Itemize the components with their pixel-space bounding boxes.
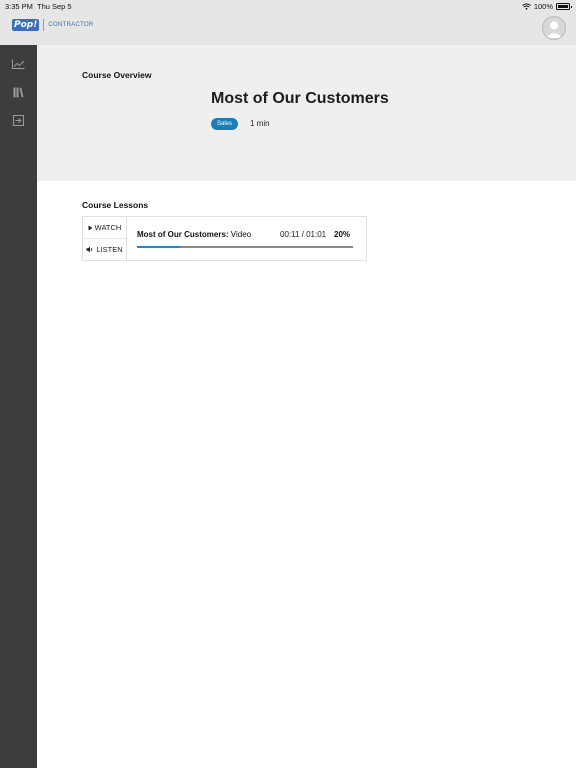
- lesson-row[interactable]: WATCH LISTEN Most of Our Customers: Vide…: [82, 216, 367, 261]
- course-title: Most of Our Customers: [211, 90, 389, 107]
- app-header: 3:35 PM Thu Sep 5 100% Pop! CONTRACTOR: [0, 0, 576, 45]
- watch-label: WATCH: [94, 223, 122, 232]
- status-date: Thu Sep 5: [37, 2, 72, 11]
- status-indicators: 100%: [521, 2, 572, 11]
- course-overview: Course Overview Most of Our Customers Sa…: [37, 45, 576, 181]
- category-tag[interactable]: Sales: [211, 118, 239, 130]
- lesson-modes: WATCH LISTEN: [83, 217, 127, 260]
- lesson-progress-percent: 20%: [334, 230, 351, 239]
- battery-icon: [556, 3, 572, 10]
- logo-pop: Pop!: [12, 19, 40, 31]
- sidebar-item-signout[interactable]: [11, 113, 25, 127]
- play-icon: [88, 225, 93, 230]
- watch-button[interactable]: WATCH: [83, 217, 126, 239]
- lesson-title-bold: Most of Our Customers:: [137, 230, 229, 239]
- section-label-overview: Course Overview: [82, 70, 152, 80]
- lesson-progress-bar[interactable]: [137, 246, 353, 248]
- lesson-title[interactable]: Most of Our Customers: Video: [137, 230, 251, 239]
- logo-contractor: CONTRACTOR: [48, 22, 93, 28]
- listen-button[interactable]: LISTEN: [83, 239, 126, 260]
- sign-out-icon: [12, 114, 24, 126]
- status-time: 3:35 PM: [5, 2, 33, 11]
- section-label-lessons: Course Lessons: [82, 200, 149, 210]
- sidebar: [0, 45, 37, 768]
- avatar[interactable]: [542, 16, 566, 40]
- listen-label: LISTEN: [96, 245, 123, 254]
- sidebar-item-library[interactable]: [11, 85, 25, 99]
- library-icon: [13, 87, 23, 97]
- wifi-icon: [521, 3, 531, 10]
- lesson-type: Video: [230, 230, 252, 239]
- course-duration: 1 min: [250, 119, 270, 128]
- battery-percent: 100%: [533, 2, 553, 11]
- chart-line-icon: [11, 59, 24, 69]
- logo-divider: [43, 19, 45, 31]
- user-icon: [546, 21, 562, 38]
- lesson-time: 00:11 / 01:01: [280, 230, 327, 239]
- sidebar-item-stats[interactable]: [11, 57, 25, 71]
- logo-contractor-text: CONTRACTOR: [48, 22, 94, 28]
- app-logo[interactable]: Pop! CONTRACTOR: [12, 19, 94, 31]
- speaker-icon: [86, 246, 93, 253]
- lesson-progress-fill: [137, 246, 181, 248]
